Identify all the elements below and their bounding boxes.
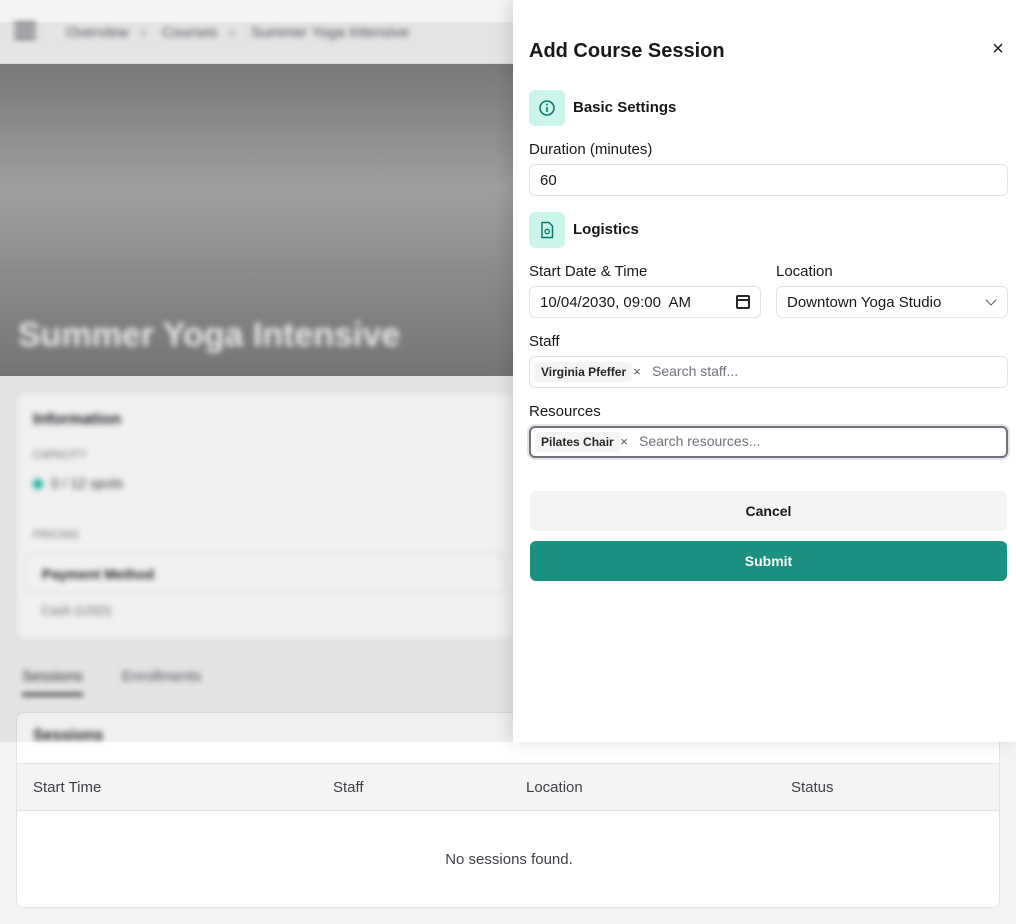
location-select[interactable]: Downtown Yoga Studio (776, 286, 1008, 318)
resources-label: Resources (529, 403, 601, 420)
info-icon (529, 90, 565, 126)
document-icon (529, 212, 565, 248)
remove-staff-icon[interactable]: × (630, 362, 644, 382)
close-icon[interactable]: × (987, 38, 1009, 60)
calendar-icon[interactable] (736, 295, 750, 309)
location-value: Downtown Yoga Studio (787, 294, 942, 311)
chevron-down-icon (985, 294, 997, 306)
column-start-time: Start Time (33, 779, 102, 796)
submit-button[interactable]: Submit (530, 541, 1007, 581)
duration-input[interactable]: 60 (529, 164, 1008, 196)
resource-chip: Pilates Chair (535, 432, 620, 452)
staff-chip: Virginia Pfeffer (535, 362, 633, 382)
column-location: Location (526, 779, 583, 796)
location-label: Location (776, 263, 833, 280)
staff-search-input[interactable]: Search staff... (652, 363, 738, 379)
resources-multiselect[interactable]: Pilates Chair × Search resources... (529, 426, 1008, 458)
column-staff: Staff (333, 779, 364, 796)
column-status: Status (791, 779, 834, 796)
staff-label: Staff (529, 333, 560, 350)
duration-label: Duration (minutes) (529, 141, 653, 158)
cancel-button[interactable]: Cancel (530, 491, 1007, 531)
sessions-table-header: Start Time Staff Location Status (17, 763, 999, 811)
basic-settings-label: Basic Settings (573, 99, 677, 116)
remove-resource-icon[interactable]: × (617, 432, 631, 452)
start-datetime-input[interactable]: 10/04/2030, 09:00 AM (529, 286, 761, 318)
add-course-session-drawer: Add Course Session × Basic Settings Dura… (513, 0, 1016, 742)
start-datetime-label: Start Date & Time (529, 263, 648, 280)
sessions-empty-message: No sessions found. (445, 851, 573, 868)
start-datetime-value: 10/04/2030, 09:00 AM (540, 294, 691, 311)
resources-search-input[interactable]: Search resources... (639, 433, 760, 449)
logistics-label: Logistics (573, 221, 639, 238)
drawer-title: Add Course Session (529, 40, 725, 62)
drawer-backdrop[interactable] (0, 22, 513, 742)
staff-multiselect[interactable]: Virginia Pfeffer × Search staff... (529, 356, 1008, 388)
